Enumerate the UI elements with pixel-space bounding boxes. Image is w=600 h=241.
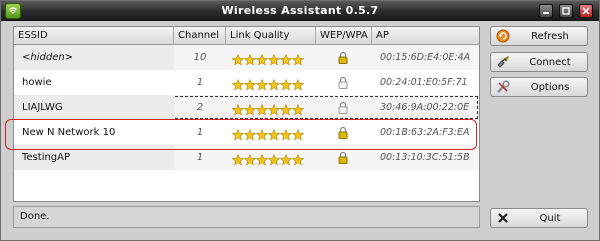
minimize-button[interactable] (539, 4, 553, 18)
network-table: ESSID Channel Link Quality WEP/WPA AP <h… (13, 26, 480, 202)
quit-icon (496, 211, 510, 228)
star-icon (231, 101, 245, 116)
row-ap: 30:46:9A:00:22:0E (380, 102, 470, 113)
column-ap[interactable]: AP (372, 27, 479, 45)
star-icon (279, 151, 293, 166)
table-row[interactable]: LIAJLWG 2 30:46:9A:00:22:0E (14, 95, 479, 120)
star-icon (279, 76, 293, 91)
row-channel: 2 (196, 102, 204, 113)
wrench-icon (496, 80, 510, 97)
connect-label: Connect (529, 57, 571, 68)
table-row[interactable]: <hidden> 10 00:15:6D:E4:0E:4A (14, 45, 479, 70)
row-essid: howie (22, 77, 52, 88)
star-icon (279, 101, 293, 116)
link-quality-stars (226, 45, 316, 70)
column-channel[interactable]: Channel (174, 27, 226, 45)
options-label: Options (530, 82, 570, 93)
column-link-quality[interactable]: Link Quality (226, 27, 316, 45)
quit-button[interactable]: Quit (490, 208, 588, 228)
star-icon (255, 151, 269, 166)
row-ap: 00:15:6D:E4:0E:4A (380, 52, 471, 63)
link-quality-stars (226, 95, 316, 120)
star-icon (279, 51, 293, 66)
refresh-icon (496, 29, 510, 46)
row-essid: LIAJLWG (14, 95, 174, 120)
star-icon (243, 76, 257, 91)
selection-highlight (5, 119, 477, 150)
star-icon (243, 101, 257, 116)
star-icon (255, 51, 269, 66)
row-channel: 10 (193, 52, 207, 63)
status-bar: Done. (13, 206, 480, 228)
lock-icon (316, 95, 372, 120)
status-text: Done. (20, 211, 50, 222)
refresh-button[interactable]: Refresh (490, 26, 588, 46)
column-wep-wpa[interactable]: WEP/WPA (316, 27, 372, 45)
star-icon (231, 51, 245, 66)
star-icon (243, 151, 257, 166)
row-ap: 00:24:01:E0:5F:71 (380, 77, 468, 88)
window-title: Wireless Assistant 0.5.7 (221, 4, 379, 17)
app-window: Wireless Assistant 0.5.7 ESSID Channel L… (0, 0, 600, 241)
title-bar[interactable]: Wireless Assistant 0.5.7 (1, 1, 599, 21)
star-icon (267, 51, 281, 66)
star-icon (243, 51, 257, 66)
connect-icon (496, 55, 510, 72)
table-header: ESSID Channel Link Quality WEP/WPA AP (14, 27, 479, 45)
star-icon (291, 51, 305, 66)
table-row[interactable]: howie 1 00:24:01:E0:5F:71 (14, 70, 479, 95)
star-icon (291, 151, 305, 166)
star-icon (291, 101, 305, 116)
refresh-label: Refresh (531, 31, 569, 42)
lock-icon (316, 70, 372, 95)
row-channel: 1 (196, 77, 204, 88)
close-button[interactable] (579, 4, 593, 18)
star-icon (267, 101, 281, 116)
options-button[interactable]: Options (490, 77, 588, 97)
lock-icon (316, 45, 372, 70)
connect-button[interactable]: Connect (490, 52, 588, 72)
maximize-button[interactable] (559, 4, 573, 18)
link-quality-stars (226, 70, 316, 95)
star-icon (267, 151, 281, 166)
row-essid: <hidden> (14, 45, 174, 70)
star-icon (291, 76, 305, 91)
star-icon (255, 101, 269, 116)
star-icon (231, 151, 245, 166)
column-essid[interactable]: ESSID (14, 27, 174, 45)
star-icon (231, 76, 245, 91)
quit-label: Quit (539, 213, 561, 224)
star-icon (267, 76, 281, 91)
star-icon (255, 76, 269, 91)
